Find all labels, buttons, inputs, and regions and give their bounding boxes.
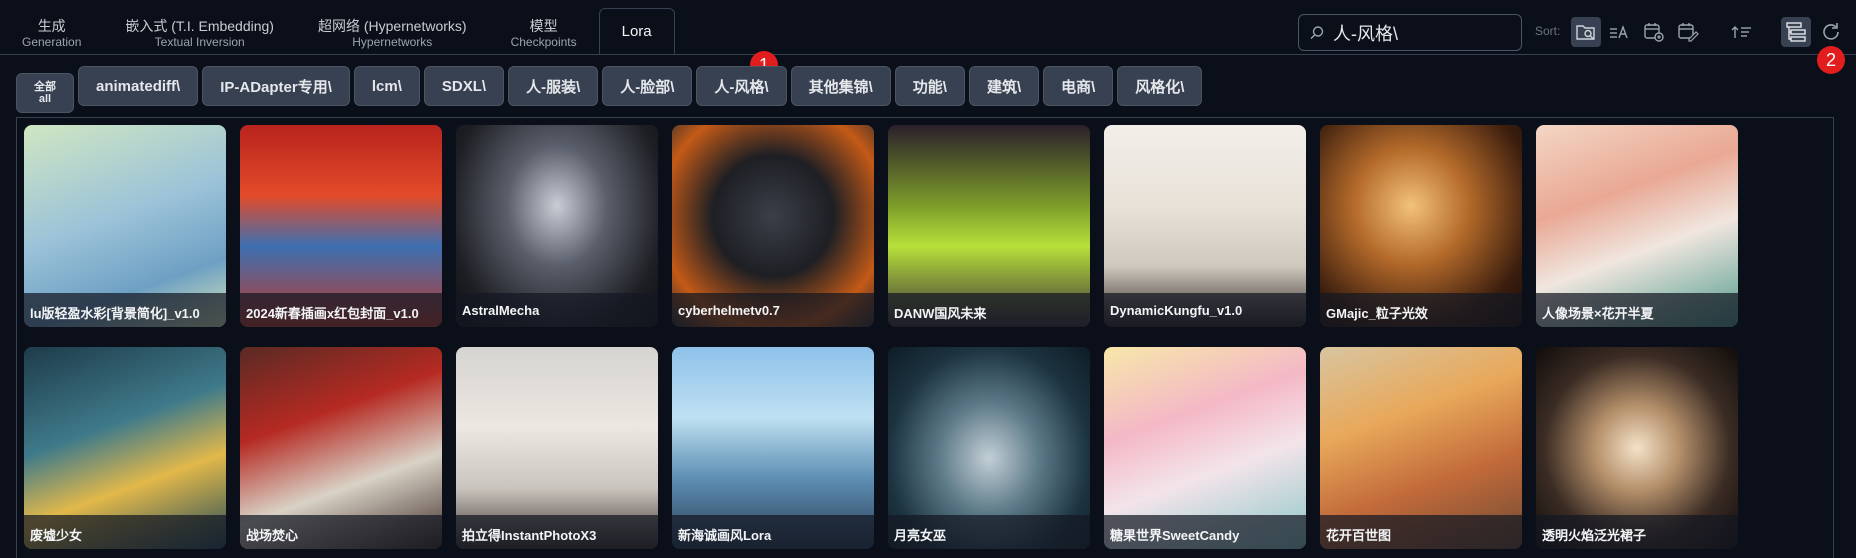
sort-by-date-created-button[interactable] (1639, 17, 1669, 47)
calendar-plus-icon (1644, 23, 1664, 42)
lora-card[interactable]: 透明火焰泛光裙子 (1536, 347, 1738, 549)
tab-label: 生成 (37, 17, 66, 34)
lora-card-title: 2024新春插画x红包封面_v1.0 (240, 293, 442, 327)
lora-card[interactable]: 2024新春插画x红包封面_v1.0 (240, 125, 442, 327)
sort-label: Sort: (1535, 24, 1561, 38)
category-all-sublabel: all (38, 93, 52, 105)
sort-direction-button[interactable] (1727, 17, 1757, 47)
sort-by-name-button[interactable] (1605, 17, 1635, 47)
lora-card[interactable]: 人像场景×花开半夏 (1536, 125, 1738, 327)
annotation-badge: 2 (1817, 46, 1845, 74)
lora-card-title: 人像场景×花开半夏 (1536, 293, 1738, 327)
lora-card[interactable]: GMajic_粒子光效 (1320, 125, 1522, 327)
lora-card-title: 新海诚画风Lora (672, 515, 874, 549)
tab-divider (0, 54, 1856, 55)
category-button[interactable]: 人-脸部\ (602, 66, 693, 106)
lora-card-title: GMajic_粒子光效 (1320, 293, 1522, 327)
lora-card[interactable]: cyberhelmetv0.7 (672, 125, 874, 327)
category-filter-bar: 全部 all animatediff\ IP-ADapter专用\ lcm\ S… (16, 66, 1203, 113)
tab-lora[interactable]: Lora (598, 8, 675, 54)
category-button[interactable]: 功能\ (894, 66, 965, 106)
search-input[interactable] (1333, 22, 1513, 43)
category-button[interactable]: 电商\ (1043, 66, 1114, 106)
tree-view-toggle-button[interactable] (1781, 17, 1811, 47)
category-button[interactable]: 其他集锦\ (790, 66, 891, 106)
lora-card[interactable]: DANW国风未来 (888, 125, 1090, 327)
lora-card[interactable]: 战场焚心 (240, 347, 442, 549)
tab-label: 超网络 (Hypernetworks) (317, 17, 467, 34)
tab-sublabel: Textual Inversion (154, 34, 245, 49)
tab-label: 嵌入式 (T.I. Embedding) (125, 17, 274, 34)
lora-card-grid: lu版轻盈水彩[背景简化]_v1.0 2024新春插画x红包封面_v1.0 Astr… (24, 125, 1738, 549)
lora-card-title: cyberhelmetv0.7 (672, 293, 874, 327)
category-button[interactable]: animatediff\ (78, 66, 199, 106)
tab-generation[interactable]: 生成 Generation (0, 12, 103, 54)
lora-card[interactable]: 新海诚画风Lora (672, 347, 874, 549)
lora-card-title: 花开百世图 (1320, 515, 1522, 549)
lora-card[interactable]: lu版轻盈水彩[背景简化]_v1.0 (24, 125, 226, 327)
lora-card-title: DANW国风未来 (888, 293, 1090, 327)
calendar-edit-icon (1678, 23, 1699, 42)
refresh-icon (1823, 23, 1839, 40)
sort-by-date-modified-button[interactable] (1673, 17, 1703, 47)
category-all-button[interactable]: 全部 all (16, 73, 74, 113)
tab-hypernetworks[interactable]: 超网络 (Hypernetworks) Hypernetworks (296, 12, 489, 54)
tab-sublabel: Checkpoints (510, 34, 577, 49)
search-icon (1310, 25, 1324, 39)
category-button[interactable]: SDXL\ (423, 66, 505, 106)
tab-label: 模型 (529, 17, 558, 34)
search-box (1298, 14, 1522, 51)
tab-sublabel: Generation (22, 34, 82, 49)
tree-view-icon (1786, 22, 1806, 42)
main-tabs: 生成 Generation 嵌入式 (T.I. Embedding) Textu… (0, 8, 675, 54)
lora-card-title: 糖果世界SweetCandy (1104, 515, 1306, 549)
lora-card[interactable]: 废墟少女 (24, 347, 226, 549)
lora-card-title: 战场焚心 (240, 515, 442, 549)
category-button[interactable]: 人-风格\ (696, 66, 787, 106)
lora-card-title: lu版轻盈水彩[背景简化]_v1.0 (24, 293, 226, 327)
lora-card[interactable]: 花开百世图 (1320, 347, 1522, 549)
lora-card-title: 透明火焰泛光裙子 (1536, 515, 1738, 549)
lora-card-title: AstralMecha (456, 293, 658, 327)
category-button[interactable]: lcm\ (353, 66, 420, 106)
sort-by-path-button[interactable] (1571, 17, 1601, 47)
lora-card[interactable]: 拍立得InstantPhotoX3 (456, 347, 658, 549)
lora-card[interactable]: DynamicKungfu_v1.0 (1104, 125, 1306, 327)
category-all-label: 全部 (34, 81, 56, 93)
sort-descending-icon (1731, 26, 1751, 38)
tab-label: Lora (621, 23, 652, 40)
category-button[interactable]: 建筑\ (968, 66, 1040, 106)
lora-card[interactable]: 月亮女巫 (888, 347, 1090, 549)
lora-card[interactable]: 糖果世界SweetCandy (1104, 347, 1306, 549)
tab-textual-inversion[interactable]: 嵌入式 (T.I. Embedding) Textual Inversion (103, 12, 296, 54)
sort-alpha-icon (1610, 24, 1628, 39)
refresh-button[interactable] (1816, 17, 1846, 47)
lora-card-title: DynamicKungfu_v1.0 (1104, 293, 1306, 327)
lora-card[interactable]: AstralMecha (456, 125, 658, 327)
category-button[interactable]: IP-ADapter专用\ (202, 66, 350, 106)
lora-card-title: 月亮女巫 (888, 515, 1090, 549)
tab-sublabel: Hypernetworks (352, 34, 433, 49)
folder-search-icon (1576, 25, 1595, 40)
category-button[interactable]: 风格化\ (1117, 66, 1203, 106)
lora-card-title: 拍立得InstantPhotoX3 (456, 515, 658, 549)
lora-card-title: 废墟少女 (24, 515, 226, 549)
category-button[interactable]: 人-服装\ (508, 66, 599, 106)
tab-checkpoints[interactable]: 模型 Checkpoints (489, 12, 599, 54)
